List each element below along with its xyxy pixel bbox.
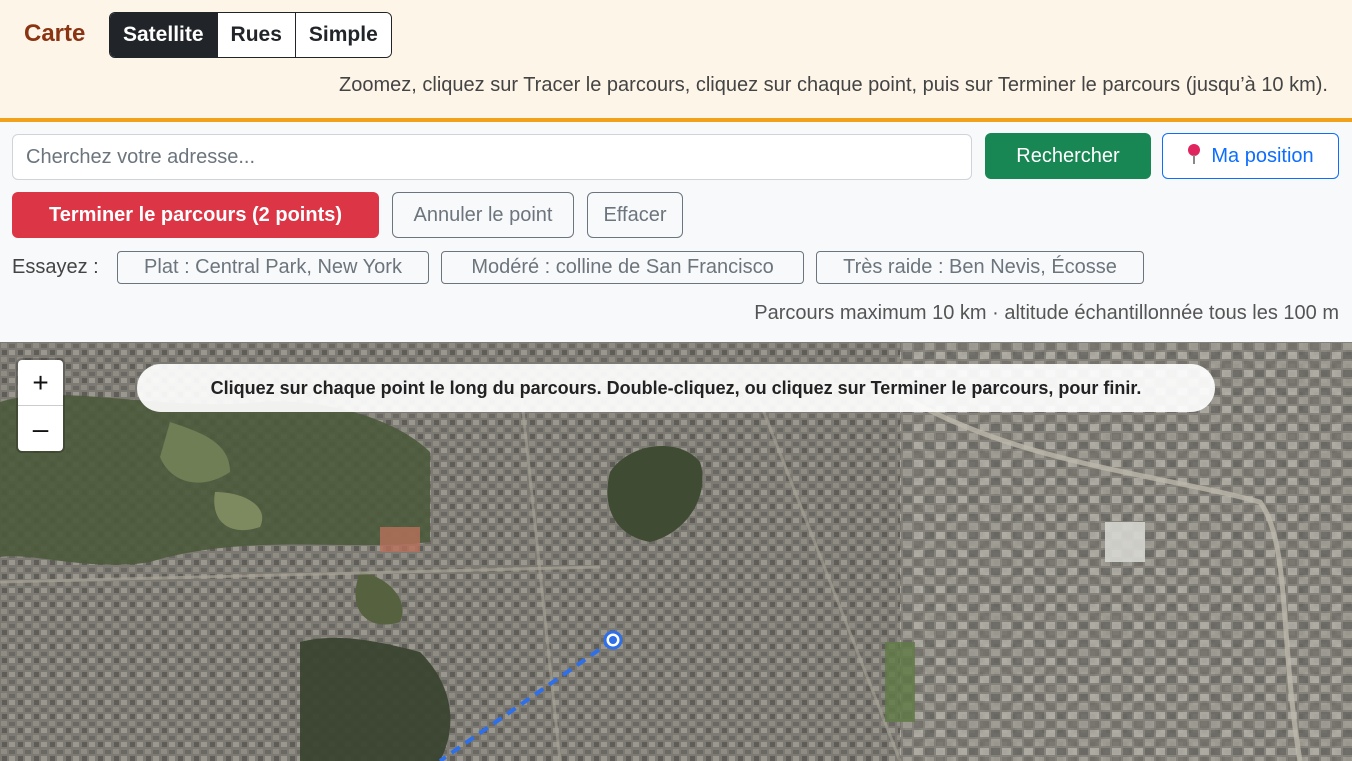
layer-switcher: Satellite Rues Simple: [109, 12, 392, 58]
search-button[interactable]: Rechercher: [985, 133, 1151, 179]
pin-icon: [1187, 144, 1201, 164]
zoom-control: + –: [18, 360, 63, 451]
presets-label: Essayez :: [12, 256, 99, 278]
finish-route-button[interactable]: Terminer le parcours (2 points): [12, 192, 379, 238]
preset-moderate-button[interactable]: Modéré : colline de San Francisco: [441, 251, 804, 284]
controls-panel: Rechercher Ma position Terminer le parco…: [0, 122, 1352, 342]
layer-streets-button[interactable]: Rues: [216, 13, 295, 57]
my-location-button[interactable]: Ma position: [1162, 133, 1339, 179]
address-search-input[interactable]: [12, 134, 972, 180]
zoom-in-button[interactable]: +: [18, 360, 63, 406]
layer-satellite-button[interactable]: Satellite: [110, 13, 217, 57]
instructions-hint: Zoomez, cliquez sur Tracer le parcours, …: [339, 74, 1328, 96]
map-header: Carte Satellite Rues Simple Zoomez, cliq…: [0, 0, 1352, 122]
route-limit-note: Parcours maximum 10 km · altitude échant…: [754, 302, 1339, 324]
zoom-out-button[interactable]: –: [18, 406, 63, 451]
route-line: [438, 638, 615, 761]
page-title: Carte: [24, 20, 86, 47]
map-canvas[interactable]: + – Cliquez sur chaque point le long du …: [0, 342, 1352, 761]
drawing-instructions-banner: Cliquez sur chaque point le long du parc…: [137, 364, 1215, 412]
layer-simple-button[interactable]: Simple: [294, 13, 391, 57]
clear-button[interactable]: Effacer: [587, 192, 683, 238]
my-location-label: Ma position: [1211, 145, 1314, 167]
preset-steep-button[interactable]: Très raide : Ben Nevis, Écosse: [816, 251, 1144, 284]
preset-flat-button[interactable]: Plat : Central Park, New York: [117, 251, 429, 284]
undo-point-button[interactable]: Annuler le point: [392, 192, 574, 238]
